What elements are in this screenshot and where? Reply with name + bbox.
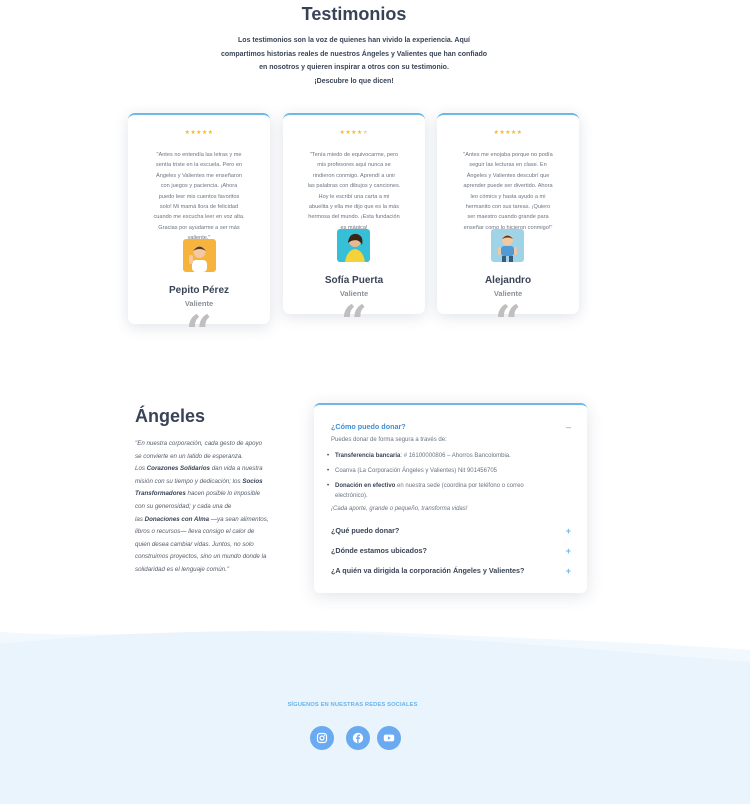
angeles-description: "En nuestra corporación, cada gesto de a… [135, 438, 290, 577]
angeles-description-line: las Donaciones con Alma —ya sean aliment… [135, 514, 290, 527]
expand-icon[interactable]: + [566, 566, 571, 576]
testimonial-name: Pepito Pérez [168, 285, 230, 296]
text-segment: Coanva (La Corporación Ángeles y Valient… [335, 468, 497, 474]
collapse-icon[interactable]: – [566, 422, 571, 432]
text-segment: Los [135, 465, 147, 473]
quote-icon: “ [185, 305, 213, 359]
text-segment: electrónico). [335, 493, 368, 499]
angeles-description-line: se convierte en un latido de esperanza. [135, 451, 290, 464]
text-segment: solidaridad es el lenguaje común." [135, 565, 230, 573]
emphasis-text: Donación en efectivo [335, 483, 396, 489]
testimonials-title: Testimonios [301, 4, 407, 24]
text-segment: se convierte en un latido de esperanza. [135, 452, 244, 460]
avatar [337, 229, 370, 262]
testimonials-intro: Los testimonios son la voz de quienes ha… [220, 37, 488, 85]
youtube-icon [383, 734, 395, 742]
faq-answer-list-item: • Coanva (La Corporación Ángeles y Valien… [327, 468, 497, 474]
testimonial-quote: "Antes me enojaba porque no podía seguir … [463, 152, 553, 231]
faq-answer-footer: ¡Cada aporte, grande o pequeño, transfor… [331, 506, 468, 512]
text-segment: "En nuestra corporación, cada gesto de a… [135, 440, 263, 447]
angeles-description-line: Transformadores hacen posible lo imposib… [135, 488, 290, 501]
faq-answer-list-item: • Transferencia bancaria: # 16100000806 –… [327, 453, 511, 459]
instagram-icon [316, 732, 328, 744]
angeles-title: Ángeles [135, 406, 206, 426]
expand-icon[interactable]: + [566, 546, 571, 556]
faq-question-how-to-donate[interactable]: ¿Cómo puedo donar? – [331, 422, 571, 432]
text-segment: con su generosidad; y cada una de [135, 502, 232, 510]
emphasis-text: Transformadores [135, 490, 186, 498]
faq-accordion: ¿Cómo puedo donar? – Puedes donar de for… [314, 403, 587, 593]
angeles-description-line: Los Corazones Solidarios dan vida a nues… [135, 463, 290, 476]
facebook-button[interactable] [346, 726, 370, 750]
rating-stars: ★★★★★ [493, 130, 523, 136]
text-segment: libros o recursos— lleva consigo el calo… [135, 528, 255, 536]
angeles-description-line: quien desea cambiar vidas. Juntos, no so… [135, 539, 290, 552]
text-segment: quien desea cambiar vidas. Juntos, no so… [135, 540, 254, 548]
testimonial-card: ★★★★★ "Antes me enojaba porque no podía s… [437, 113, 579, 345]
testimonial-quote: "Tenía miedo de equivocarme, pero mis pro… [307, 152, 401, 231]
angeles-description-line: misión con su tiempo y dedicación; los S… [135, 476, 290, 489]
rating-stars: ★★★★★ [339, 130, 369, 136]
testimonial-card: ★★★★★ "Tenía miedo de equivocarme, pero m… [283, 113, 425, 345]
faq-question-target-audience[interactable]: ¿A quién va dirigida la corporación Ánge… [331, 566, 571, 576]
rating-stars: ★★★★★ [184, 130, 214, 136]
youtube-button[interactable] [377, 726, 401, 750]
text-segment: misión con su tiempo y dedicación; los [135, 477, 243, 485]
text-segment: las [135, 515, 145, 523]
footer-wave-background [0, 630, 750, 804]
avatar [183, 239, 216, 272]
emphasis-text: Corazones Solidarios [146, 465, 210, 473]
text-segment: : # 16100000806 – Ahorros Bancolombia. [400, 453, 511, 459]
angeles-description-line: con su generosidad; y cada una de [135, 501, 290, 514]
faq-question-what-to-donate[interactable]: ¿Qué puedo donar? + [331, 526, 571, 536]
testimonial-card: ★★★★★ "Antes no entendía las letras y me… [128, 113, 270, 355]
text-segment: construimos proyectos, sino un mundo don… [135, 553, 267, 561]
angeles-description-line: construimos proyectos, sino un mundo don… [135, 551, 290, 564]
angeles-description-line: solidaridad es el lenguaje común." [135, 564, 290, 577]
emphasis-text: Donaciones con Alma [144, 515, 210, 523]
emphasis-text: Socios [242, 477, 263, 485]
faq-answer-intro: Puedes donar de forma segura a través de… [331, 437, 447, 443]
avatar [491, 229, 524, 262]
expand-icon[interactable]: + [566, 526, 571, 536]
facebook-icon [352, 732, 364, 744]
faq-answer-list-item: • Donación en efectivo en nuestra sede (c… [327, 483, 524, 499]
testimonial-name: Sofía Puerta [324, 275, 384, 286]
emphasis-text: Transferencia bancaria [335, 453, 401, 459]
faq-question-location[interactable]: ¿Dónde estamos ubicados? + [331, 546, 571, 556]
text-segment: hacen posible lo imposible [185, 490, 261, 498]
text-segment: dan vida a nuestra [209, 465, 263, 473]
testimonial-quote: "Antes no entendía las letras y me sentía… [153, 152, 245, 241]
text-segment: —ya sean alimentos, [209, 515, 269, 523]
quote-icon: “ [494, 295, 522, 349]
social-heading: SÍGUENOS EN NUESTRAS REDES SOCIALES [287, 702, 418, 708]
angeles-description-line: "En nuestra corporación, cada gesto de a… [135, 438, 290, 451]
text-segment: en nuestra sede (coordina por teléfono o… [395, 483, 524, 489]
quote-icon: “ [340, 295, 368, 349]
testimonial-name: Alejandro [484, 275, 532, 286]
angeles-description-line: libros o recursos— lleva consigo el calo… [135, 526, 290, 539]
instagram-button[interactable] [310, 726, 334, 750]
